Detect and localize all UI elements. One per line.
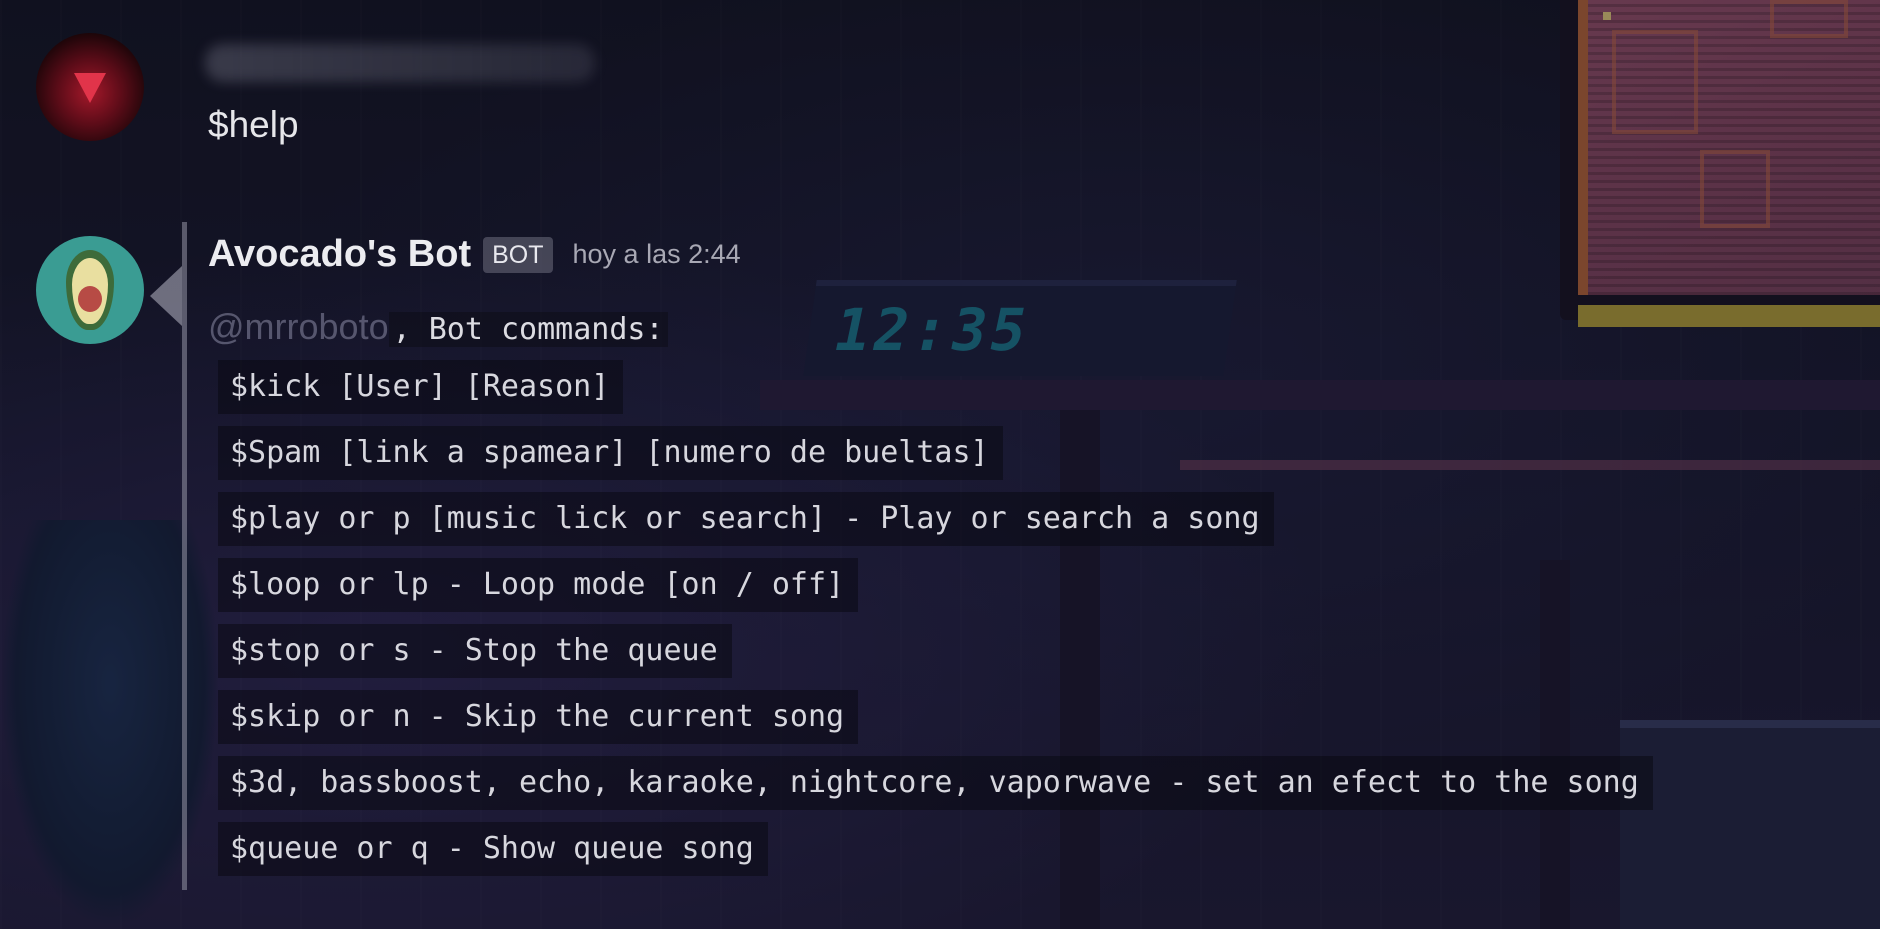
command-item: $Spam [link a spamear] [numero de buelta… xyxy=(218,426,1653,492)
command-text: $play or p [music lick or search] - Play… xyxy=(218,492,1274,546)
bot-message-header: Avocado's Bot BOT hoy a las 2:44 xyxy=(208,233,741,276)
command-item: $skip or n - Skip the current song xyxy=(218,690,1653,756)
command-list: $kick [User] [Reason] $Spam [link a spam… xyxy=(218,360,1653,888)
message-timestamp[interactable]: hoy a las 2:44 xyxy=(573,239,741,270)
command-text: $queue or q - Show queue song xyxy=(218,822,768,876)
bot-intro-text: , Bot commands: xyxy=(388,312,668,347)
user-avatar-icon[interactable] xyxy=(36,33,144,141)
command-text: $stop or s - Stop the queue xyxy=(218,624,732,678)
bot-badge: BOT xyxy=(483,236,553,273)
user-mention[interactable]: @mrroboto xyxy=(208,306,389,348)
avocado-pit xyxy=(78,286,102,312)
command-text: $3d, bassboost, echo, karaoke, nightcore… xyxy=(218,756,1653,810)
command-text: $kick [User] [Reason] xyxy=(218,360,624,414)
command-item: $loop or lp - Loop mode [on / off] xyxy=(218,558,1653,624)
command-item: $3d, bassboost, echo, karaoke, nightcore… xyxy=(218,756,1653,822)
user-message-text: $help xyxy=(208,104,299,145)
command-item: $stop or s - Stop the queue xyxy=(218,624,1653,690)
user-avatar-mark xyxy=(74,73,106,103)
blurred-username[interactable] xyxy=(205,44,595,82)
bot-intro-line: @mrroboto , Bot commands: xyxy=(208,306,668,348)
embed-accent-bar xyxy=(182,222,187,890)
bot-username[interactable]: Avocado's Bot xyxy=(208,233,471,276)
chat-screen: 12:35 $help Avocado's Bot BOT hoy a las … xyxy=(0,0,1880,929)
command-text: $skip or n - Skip the current song xyxy=(218,690,859,744)
command-item: $kick [User] [Reason] xyxy=(218,360,1653,426)
command-text: $Spam [link a spamear] [numero de buelta… xyxy=(218,426,1003,480)
command-item: $queue or q - Show queue song xyxy=(218,822,1653,888)
command-item: $play or p [music lick or search] - Play… xyxy=(218,492,1653,558)
reply-pointer-icon xyxy=(150,266,182,326)
command-text: $loop or lp - Loop mode [on / off] xyxy=(218,558,859,612)
avocado-avatar-icon[interactable] xyxy=(36,236,144,344)
